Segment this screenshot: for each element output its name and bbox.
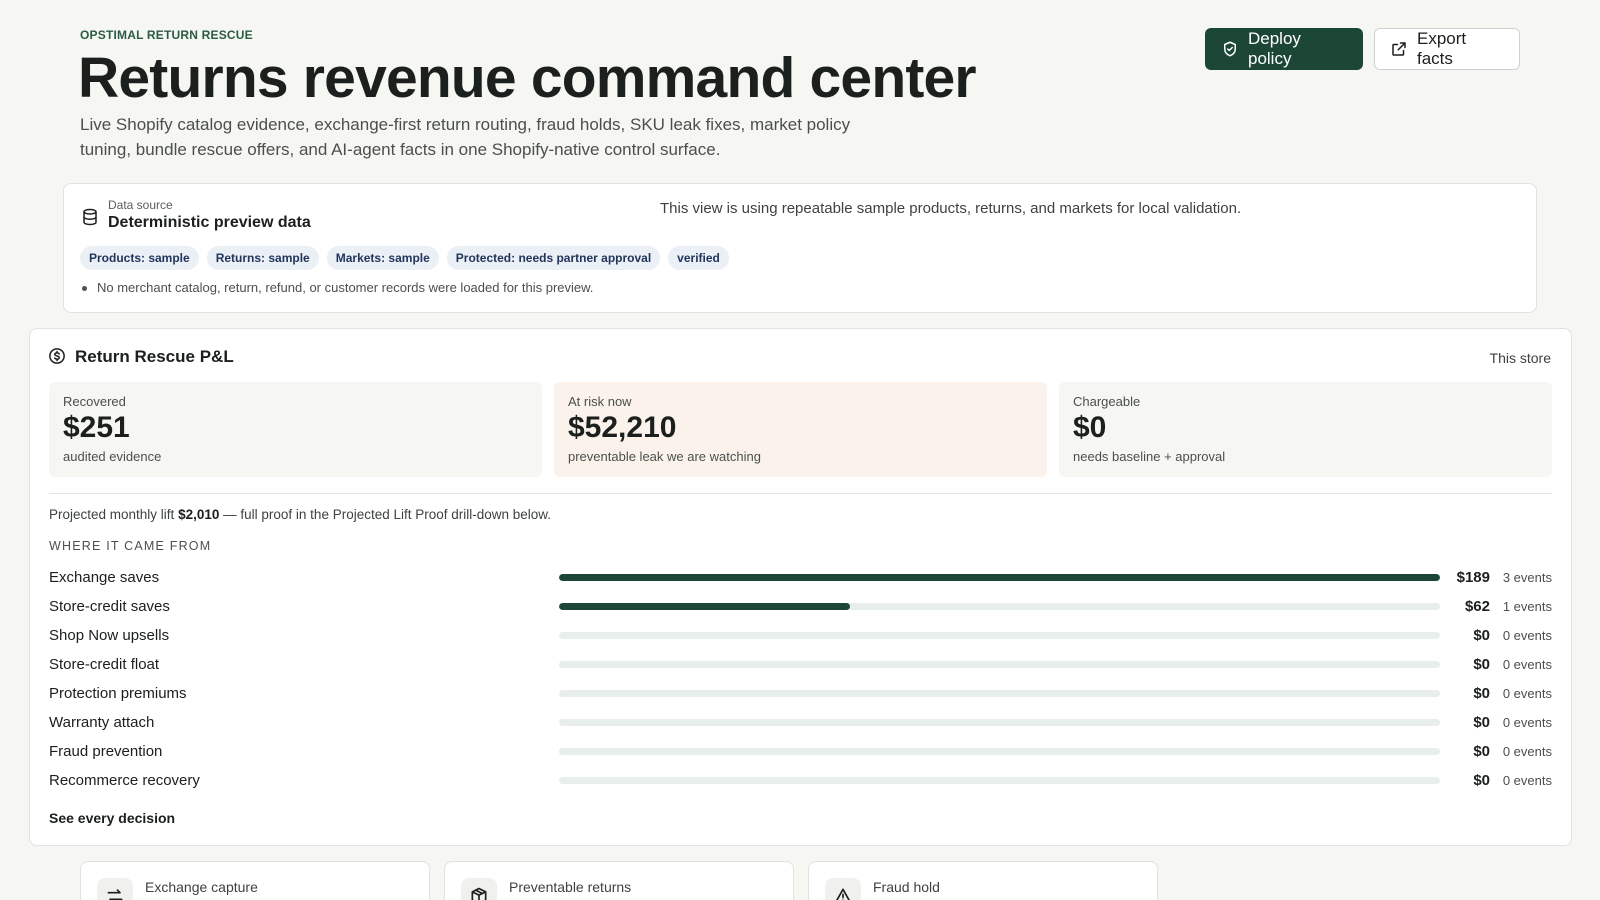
lift-prefix: Projected monthly lift [49, 507, 175, 522]
metric-chargeable: Chargeable $0 needs baseline + approval [1059, 382, 1552, 477]
chip-verified: verified [668, 246, 729, 270]
chip-returns: Returns: sample [206, 246, 319, 270]
projected-lift: Projected monthly lift $2,010 — full pro… [49, 507, 551, 522]
row-bar-track [559, 719, 1440, 726]
preventable-returns-card[interactable]: Preventable returns [444, 861, 794, 900]
exchange-arrows-icon [97, 878, 133, 900]
metric-value: $251 [63, 411, 130, 444]
metric-row: Recovered $251 audited evidence At risk … [49, 382, 1552, 477]
source-bullet: No merchant catalog, return, refund, or … [82, 280, 593, 295]
pl-scope: This store [1489, 350, 1551, 366]
row-bar-track [559, 748, 1440, 755]
row-label: Shop Now upsells [49, 627, 170, 644]
row-events: 0 events [1502, 686, 1552, 701]
row-bar-fill [559, 603, 850, 610]
deploy-policy-label: Deploy policy [1248, 29, 1301, 68]
page-subtitle: Live Shopify catalog evidence, exchange-… [80, 115, 851, 159]
row-events: 3 events [1502, 570, 1552, 585]
row-value: $0 [1473, 714, 1490, 731]
row-label: Store-credit float [49, 656, 160, 673]
chip-protected: Protected: needs partner approval [446, 246, 661, 270]
card-label: Exchange capture [145, 879, 258, 895]
row-bar-fill [559, 574, 1440, 581]
return-rescue-pl-card: Return Rescue P&L This store Recovered $… [29, 328, 1572, 846]
metric-label: At risk now [568, 394, 632, 409]
breakdown-row: Store-credit saves $62 1 events [49, 592, 1552, 621]
row-label: Protection premiums [49, 685, 187, 702]
row-label: Warranty attach [49, 714, 155, 731]
metric-sub: audited evidence [63, 449, 162, 464]
metric-sub: preventable leak we are watching [568, 449, 761, 464]
card-label: Preventable returns [509, 879, 632, 895]
row-events: 0 events [1502, 773, 1552, 788]
row-value: $0 [1473, 627, 1490, 644]
row-label: Store-credit saves [49, 598, 170, 615]
data-source-title: Deterministic preview data [108, 214, 311, 231]
data-source-note: This view is using repeatable sample pro… [660, 200, 1242, 217]
breakdown-row: Store-credit float $0 0 events [49, 650, 1552, 679]
metric-label: Chargeable [1073, 394, 1141, 409]
data-source-card: Data source Deterministic preview data T… [63, 183, 1537, 313]
chip-products: Products: sample [80, 246, 199, 270]
row-value: $0 [1473, 743, 1490, 760]
breakdown-row: Fraud prevention $0 0 events [49, 737, 1552, 766]
breakdown-row: Shop Now upsells $0 0 events [49, 621, 1552, 650]
bullet-dot [82, 286, 87, 291]
row-label: Exchange saves [49, 569, 160, 586]
breakdown-row: Exchange saves $189 3 events [49, 563, 1552, 592]
row-label: Fraud prevention [49, 743, 163, 760]
breakdown-row: Warranty attach $0 0 events [49, 708, 1552, 737]
row-bar-track [559, 603, 1440, 610]
metric-label: Recovered [63, 394, 126, 409]
source-chips: Products: sample Returns: sample Markets… [80, 246, 729, 270]
row-bar-track [559, 632, 1440, 639]
source-bullet-text: No merchant catalog, return, refund, or … [97, 280, 594, 295]
source-breakdown-list: Exchange saves $189 3 events Store-credit s… [49, 563, 1552, 795]
metric-at-risk: At risk now $52,210 preventable leak we … [554, 382, 1047, 477]
dollar-circle-icon [49, 348, 65, 364]
export-facts-button[interactable]: Export facts [1374, 28, 1520, 70]
row-value: $189 [1456, 569, 1490, 586]
row-events: 0 events [1502, 628, 1552, 643]
metric-sub: needs baseline + approval [1073, 449, 1226, 464]
row-bar-track [559, 661, 1440, 668]
divider [49, 493, 1552, 494]
row-value: $0 [1473, 772, 1490, 789]
external-link-icon [1392, 42, 1406, 56]
metric-value: $52,210 [568, 411, 677, 444]
package-icon [461, 878, 497, 900]
pl-title: Return Rescue P&L [75, 347, 234, 366]
row-label: Recommerce recovery [49, 772, 200, 789]
deploy-policy-button[interactable]: Deploy policy [1205, 28, 1363, 70]
database-icon [83, 208, 97, 226]
row-events: 0 events [1502, 715, 1552, 730]
row-bar-track [559, 574, 1440, 581]
export-facts-label: Export facts [1417, 29, 1467, 68]
exchange-capture-card[interactable]: Exchange capture [80, 861, 430, 900]
row-events: 0 events [1502, 657, 1552, 672]
metric-recovered: Recovered $251 audited evidence [49, 382, 542, 477]
see-every-decision-link[interactable]: See every decision [49, 810, 175, 826]
lift-value: $2,010 [178, 507, 220, 522]
metric-value: $0 [1073, 411, 1107, 444]
row-events: 0 events [1502, 744, 1552, 759]
breakdown-row: Protection premiums $0 0 events [49, 679, 1552, 708]
breakdown-row: Recommerce recovery $0 0 events [49, 766, 1552, 795]
row-bar-track [559, 690, 1440, 697]
row-value: $0 [1473, 656, 1490, 673]
data-source-label: Data source [108, 198, 173, 212]
eyebrow: OPSTIMAL RETURN RESCUE [80, 28, 253, 42]
where-heading: WHERE IT CAME FROM [49, 539, 212, 553]
row-bar-track [559, 777, 1440, 784]
page-title: Returns revenue command center [78, 46, 977, 110]
shield-check-icon [1224, 41, 1236, 57]
row-events: 1 events [1502, 599, 1552, 614]
card-label: Fraud hold [873, 879, 940, 895]
row-value: $0 [1473, 685, 1490, 702]
lift-suffix: — full proof in the Projected Lift Proof… [223, 507, 552, 522]
warning-triangle-icon [825, 878, 861, 900]
row-value: $62 [1464, 598, 1490, 615]
chip-markets: Markets: sample [326, 246, 439, 270]
fraud-hold-card[interactable]: Fraud hold [808, 861, 1158, 900]
